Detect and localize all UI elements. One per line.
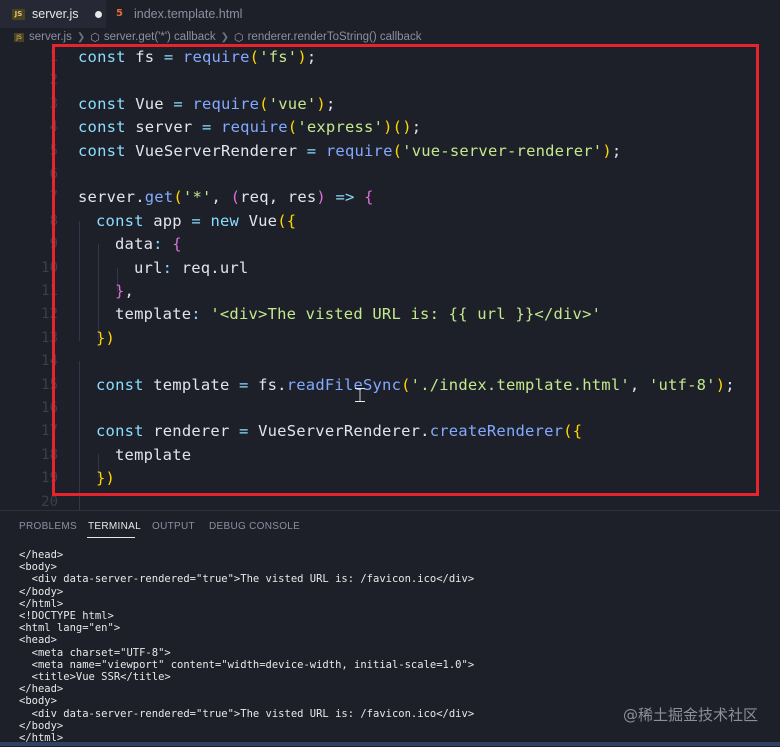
line-number: 18 [41,446,58,463]
tab-terminal[interactable]: TERMINAL [88,521,141,532]
tab-output[interactable]: OUTPUT [152,521,195,532]
javascript-file-icon: JS [12,8,25,20]
terminal-line: <html lang="en"> [19,622,121,635]
selection-strip [0,742,780,746]
editor-tab-bar: JS server.js 5 index.template.html [0,0,780,28]
watermark: @稀土掘金技术社区 [622,706,758,724]
breadcrumb-file[interactable]: server.js [29,31,72,43]
line-number: 7 [49,189,58,206]
highlight-box [52,44,759,496]
chevron-right-icon: ❯ [76,31,86,43]
breadcrumb-render-callback[interactable]: renderer.renderToString() callback [248,31,422,43]
line-number: 5 [49,142,58,159]
terminal-line: </body> [19,585,64,598]
terminal-line: </head> [19,549,64,561]
terminal-line: <title>Vue SSR</title> [19,671,171,683]
line-number: 8 [49,212,58,229]
function-cube-icon: ⬡ [90,31,100,44]
line-number: 9 [49,236,58,253]
terminal-line: </body> [19,719,64,732]
terminal-line: <div data-server-rendered="true">The vis… [19,707,475,720]
line-number: 2 [49,72,58,89]
function-cube-icon: ⬡ [233,31,244,44]
line-number: 17 [41,423,58,440]
chevron-right-icon: ❯ [220,31,229,43]
tab-label: index.template.html [134,7,243,21]
terminal-line: <div data-server-rendered="true">The vis… [19,573,475,586]
line-number: 16 [41,400,58,416]
html5-file-icon: 5 [116,8,123,19]
terminal-line: <meta charset="UTF-8"> [19,646,171,659]
terminal-line: <body> [19,695,57,708]
tab-label: server.js [32,7,79,21]
terminal-line: <head> [19,634,57,647]
tab-problems[interactable]: PROBLEMS [19,521,77,532]
terminal-line: </head> [19,683,64,696]
line-number: 10 [41,259,58,276]
line-number: 15 [41,376,58,393]
terminal-line: <body> [19,561,57,574]
line-number: 19 [41,470,58,487]
line-number: 3 [49,95,58,112]
breadcrumb-callback[interactable]: server.get('*') callback [104,31,216,43]
line-number: 11 [41,283,58,299]
terminal-line: </html> [19,597,64,610]
terminal-line: <!DOCTYPE html> [19,610,114,622]
line-number: 4 [49,119,58,136]
line-number: 6 [49,166,58,182]
terminal-line: <meta name="viewport" content="width=dev… [19,658,475,671]
tab-index-template-html[interactable]: 5 index.template.html [106,0,256,28]
tab-debug-console[interactable]: DEBUG CONSOLE [209,521,300,532]
tab-server-js[interactable]: JS server.js [0,0,106,28]
unsaved-dot-icon[interactable] [94,10,102,18]
line-number: 13 [41,329,58,346]
line-number: 12 [41,306,58,323]
line-number: 1 [49,49,58,65]
line-number: 14 [41,353,58,370]
active-tab-underline [87,537,135,538]
javascript-file-icon: JS [14,32,24,42]
